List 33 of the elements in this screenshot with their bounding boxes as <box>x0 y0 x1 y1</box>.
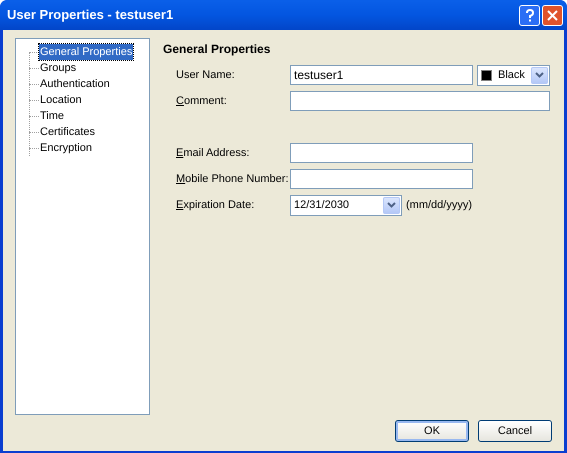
text-field[interactable] <box>290 91 550 111</box>
tree-item[interactable]: Authentication <box>39 76 111 92</box>
dialog-button[interactable]: Cancel <box>478 420 552 442</box>
field-label: Comment: <box>176 94 228 109</box>
text-field[interactable] <box>290 169 473 189</box>
date-format-hint: (mm/dd/yyyy) <box>406 198 472 213</box>
field-label: User Name: <box>176 68 236 83</box>
help-button[interactable] <box>519 4 540 26</box>
section-heading: General Properties <box>163 41 272 58</box>
color-dropdown[interactable]: Black <box>477 64 550 86</box>
chevron-down-icon <box>535 72 544 78</box>
tree-item[interactable]: Location <box>39 92 83 108</box>
dropdown-value: Black <box>498 68 525 83</box>
dropdown-button[interactable] <box>531 66 548 84</box>
tree-item[interactable]: Encryption <box>39 140 93 156</box>
date-value: 12/31/2030 <box>294 198 350 213</box>
chevron-down-icon <box>387 202 396 208</box>
tree-item[interactable]: General Properties <box>39 44 134 60</box>
window-title: User Properties - testuser1 <box>7 6 174 24</box>
date-picker[interactable]: 12/31/2030 <box>290 194 402 216</box>
field-label: Mobile Phone Number: <box>176 172 290 187</box>
tree-item[interactable]: Time <box>39 108 66 124</box>
text-field[interactable] <box>290 143 473 163</box>
tree-item[interactable]: Groups <box>39 60 78 76</box>
field-label: Email Address: <box>176 146 250 161</box>
field-label: Expiration Date: <box>176 198 256 213</box>
tree-item[interactable]: Certificates <box>39 124 96 140</box>
text-field[interactable]: testuser1 <box>290 65 473 85</box>
help-icon <box>524 8 534 22</box>
close-icon <box>547 10 558 20</box>
dialog-button[interactable]: OK <box>395 420 469 442</box>
dropdown-button[interactable] <box>383 196 400 214</box>
close-button[interactable] <box>542 4 563 26</box>
